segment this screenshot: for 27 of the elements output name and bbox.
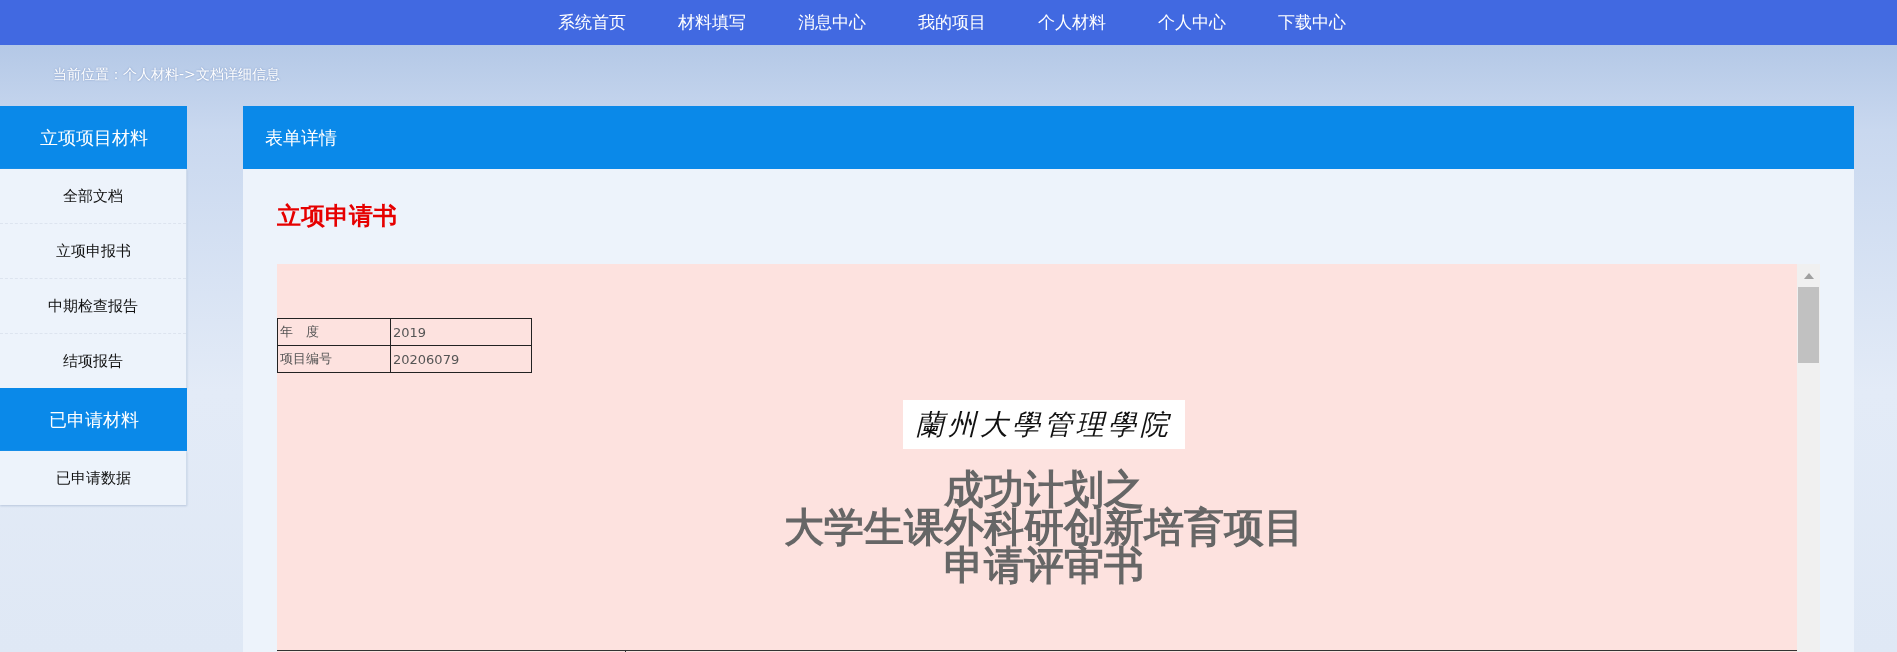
table-cell: 20206079 — [390, 345, 532, 373]
scrollbar[interactable] — [1797, 264, 1820, 652]
sidebar-group-header: 已申请材料 — [0, 388, 187, 451]
sidebar-item[interactable]: 立项申报书 — [0, 224, 186, 279]
sidebar-item[interactable]: 全部文档 — [0, 169, 186, 224]
nav-link[interactable]: 系统首页 — [531, 0, 652, 45]
document-title: 立项申请书 — [277, 201, 398, 232]
nav-link[interactable]: 个人中心 — [1131, 0, 1252, 45]
nav-link[interactable]: 我的项目 — [891, 0, 1012, 45]
table-cell: 年 度 — [277, 318, 391, 346]
nav-link[interactable]: 个人材料 — [1011, 0, 1132, 45]
sidebar-group-header: 立项项目材料 — [0, 106, 187, 169]
table-cell: 2019 — [390, 318, 532, 346]
nav-link[interactable]: 材料填写 — [651, 0, 772, 45]
scrollbar-thumb[interactable] — [1798, 287, 1819, 363]
nav-link[interactable]: 下载中心 — [1251, 0, 1372, 45]
logo: 蘭州大學管理學院 — [903, 400, 1185, 449]
sidebar-item[interactable]: 结项报告 — [0, 334, 186, 388]
document-heading: 申请评审书 — [944, 546, 1144, 584]
document-heading: 成功计划之 — [944, 470, 1144, 508]
sidebar-item[interactable]: 中期检查报告 — [0, 279, 186, 334]
nav-link[interactable]: 消息中心 — [771, 0, 892, 45]
table-cell: 项目编号 — [277, 345, 391, 373]
breadcrumb: 当前位置：个人材料->文档详细信息 — [52, 65, 281, 84]
sidebar-item[interactable]: 已申请数据 — [0, 451, 186, 505]
panel-header: 表单详情 — [243, 106, 1854, 169]
scroll-up-icon[interactable] — [1803, 273, 1814, 279]
